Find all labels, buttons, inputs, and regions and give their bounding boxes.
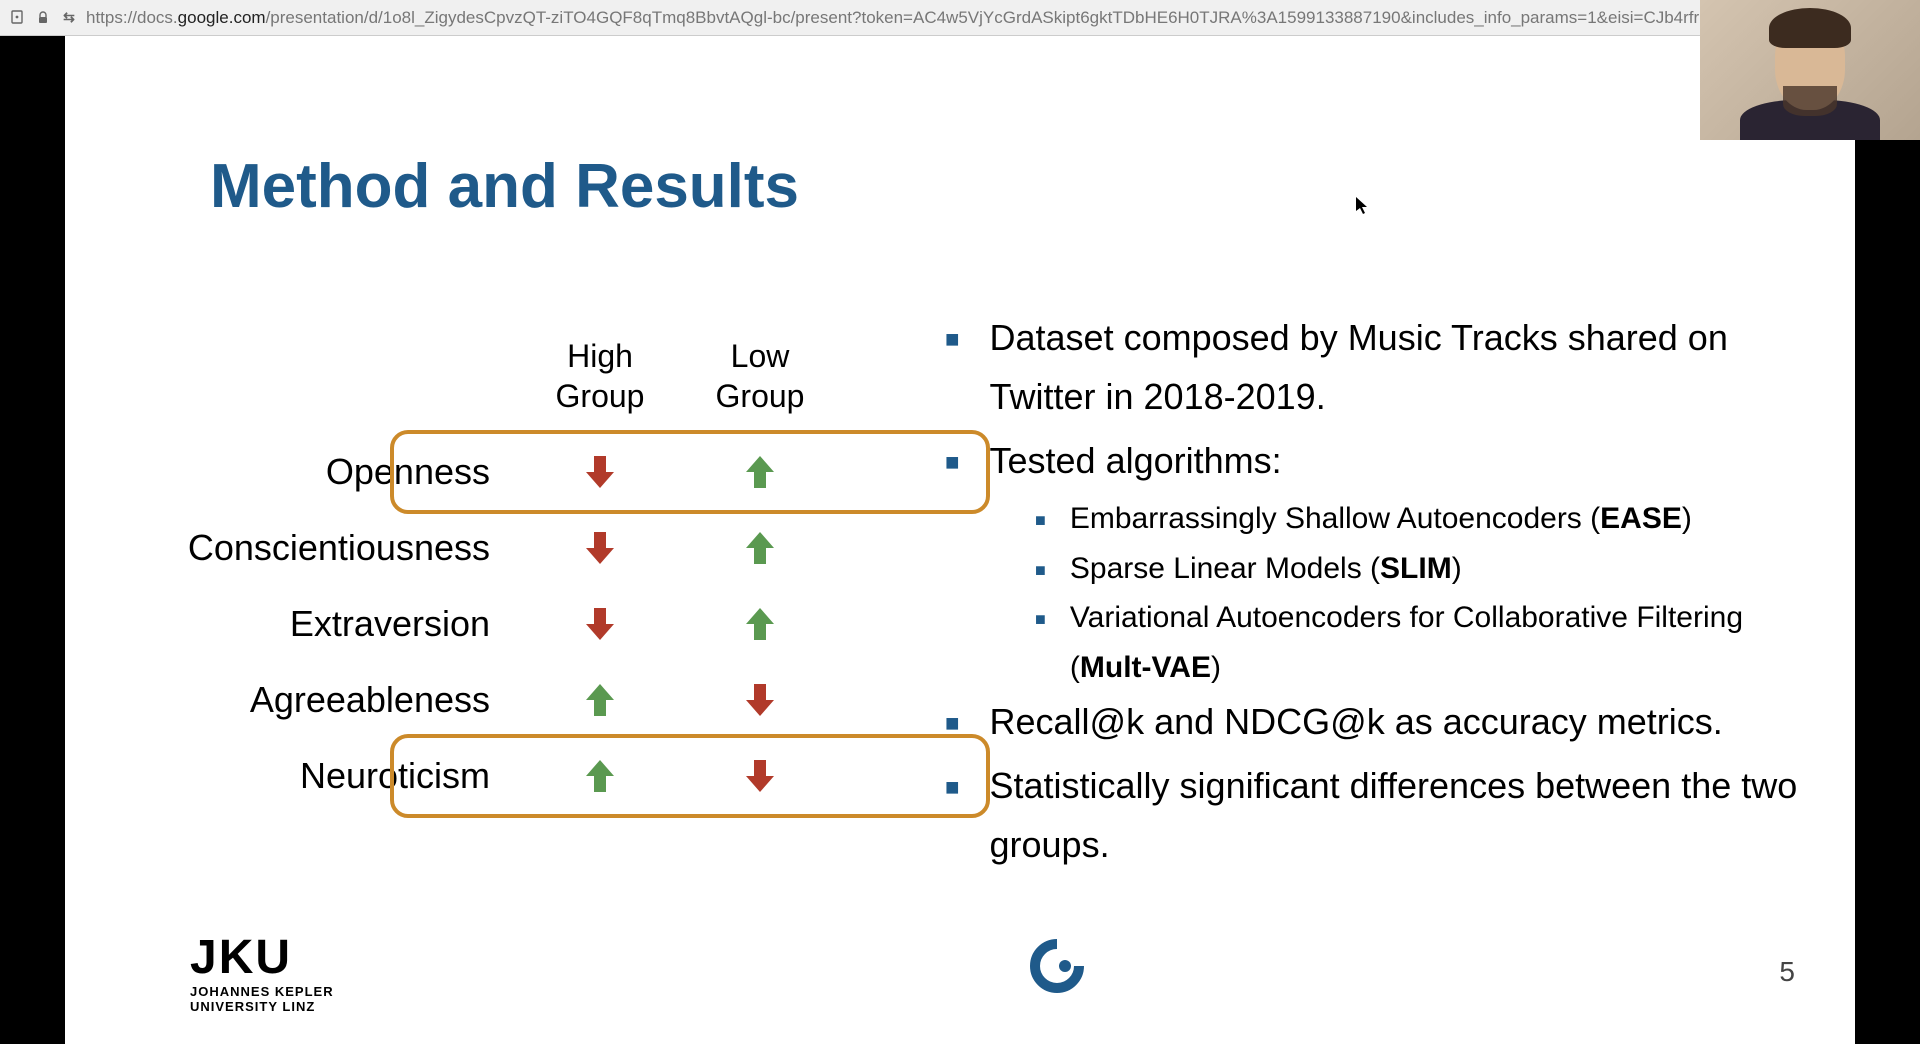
page-number: 5 bbox=[1779, 956, 1795, 988]
mouse-cursor bbox=[1355, 196, 1369, 221]
bullet-square-icon: ■ bbox=[945, 443, 960, 490]
bullet-text: Embarrassingly Shallow Autoencoders (EAS… bbox=[1070, 494, 1692, 544]
arrow-up-icon bbox=[520, 756, 680, 796]
url-text[interactable]: https://docs.google.com/presentation/d/1… bbox=[86, 8, 1912, 28]
letterbox-left bbox=[0, 36, 65, 1044]
jku-logo: JKU JOHANNES KEPLER UNIVERSITY LINZ bbox=[190, 930, 334, 1014]
trait-label: Conscientiousness bbox=[180, 527, 520, 569]
slide-footer: JKU JOHANNES KEPLER UNIVERSITY LINZ 5 bbox=[65, 930, 1855, 1014]
trait-label: Openness bbox=[180, 451, 520, 493]
bullet-text: Dataset composed by Music Tracks shared … bbox=[990, 308, 1826, 427]
browser-address-bar[interactable]: ⇆ https://docs.google.com/presentation/d… bbox=[0, 0, 1920, 36]
toggle-icon: ⇆ bbox=[60, 9, 78, 27]
arrow-down-icon bbox=[520, 528, 680, 568]
arrow-up-icon bbox=[520, 680, 680, 720]
bullet-square-icon: ■ bbox=[1035, 506, 1046, 544]
bullet-level-2: ■ Embarrassingly Shallow Autoencoders (EA… bbox=[1035, 494, 1825, 544]
shield-icon bbox=[8, 9, 26, 27]
sub-bullet-group: ■ Embarrassingly Shallow Autoencoders (EA… bbox=[945, 494, 1825, 692]
arrow-up-icon bbox=[680, 452, 840, 492]
trait-label: Neuroticism bbox=[180, 755, 520, 797]
arrow-up-icon bbox=[680, 604, 840, 644]
letterbox-right bbox=[1855, 36, 1920, 1044]
slide-title: Method and Results bbox=[210, 151, 799, 222]
bullet-level-1: ■ Recall@k and NDCG@k as accuracy metrics… bbox=[945, 692, 1825, 751]
bullet-text: Tested algorithms: bbox=[990, 431, 1282, 490]
col-header-low: Low Group bbox=[680, 336, 840, 416]
bullet-text: Sparse Linear Models (SLIM) bbox=[1070, 544, 1462, 594]
bullet-square-icon: ■ bbox=[945, 768, 960, 875]
table-row: Neuroticism bbox=[180, 738, 880, 814]
bullet-level-1: ■ Dataset composed by Music Tracks shared… bbox=[945, 308, 1825, 427]
table-header: . High Group Low Group bbox=[180, 336, 880, 416]
bullet-text: Variational Autoencoders for Collaborati… bbox=[1070, 593, 1825, 692]
arrow-down-icon bbox=[680, 756, 840, 796]
bullet-level-1: ■ Tested algorithms: bbox=[945, 431, 1825, 490]
bullet-square-icon: ■ bbox=[945, 704, 960, 751]
center-logo bbox=[1027, 936, 1087, 1008]
bullet-square-icon: ■ bbox=[945, 320, 960, 427]
bullet-text: Statistically significant differences be… bbox=[990, 756, 1826, 875]
bullet-square-icon: ■ bbox=[1035, 556, 1046, 594]
col-header-high: High Group bbox=[520, 336, 680, 416]
trait-label: Extraversion bbox=[180, 603, 520, 645]
table-row: Extraversion bbox=[180, 586, 880, 662]
arrow-down-icon bbox=[680, 680, 840, 720]
table-row: Agreeableness bbox=[180, 662, 880, 738]
trait-label: Agreeableness bbox=[180, 679, 520, 721]
bullet-level-1: ■ Statistically significant differences b… bbox=[945, 756, 1825, 875]
bullet-text: Recall@k and NDCG@k as accuracy metrics. bbox=[990, 692, 1723, 751]
table-row: Openness bbox=[180, 434, 880, 510]
arrow-up-icon bbox=[680, 528, 840, 568]
presentation-slide[interactable]: Method and Results . High Group Low Grou… bbox=[65, 36, 1855, 1044]
arrow-down-icon bbox=[520, 604, 680, 644]
bullet-level-2: ■ Variational Autoencoders for Collaborat… bbox=[1035, 593, 1825, 692]
table-row: Conscientiousness bbox=[180, 510, 880, 586]
lock-icon bbox=[34, 9, 52, 27]
trait-table: . High Group Low Group Openness Conscient… bbox=[180, 336, 880, 814]
content-bullets: ■ Dataset composed by Music Tracks shared… bbox=[945, 308, 1825, 878]
bullet-square-icon: ■ bbox=[1035, 605, 1046, 692]
arrow-down-icon bbox=[520, 452, 680, 492]
webcam-overlay bbox=[1700, 0, 1920, 140]
bullet-level-2: ■ Sparse Linear Models (SLIM) bbox=[1035, 544, 1825, 594]
